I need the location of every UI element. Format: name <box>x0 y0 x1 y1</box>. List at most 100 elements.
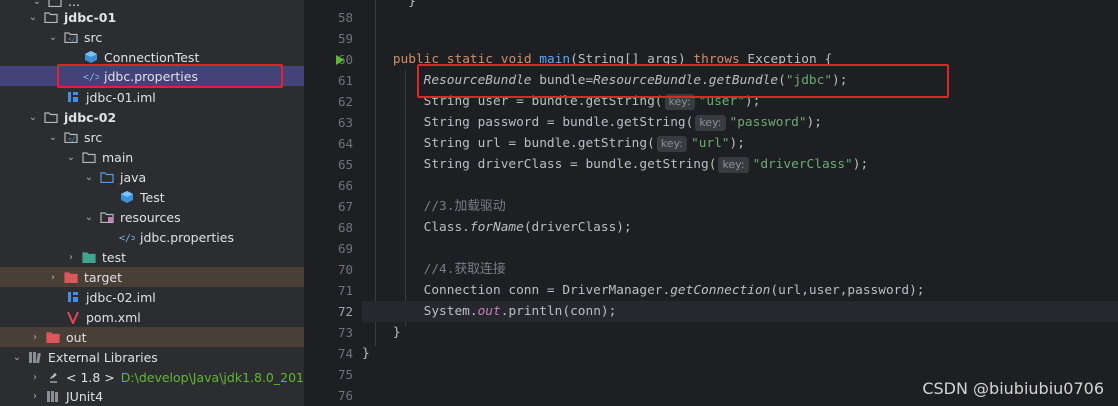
tree-item-label: main <box>102 149 134 165</box>
line-number: 67 <box>337 199 353 214</box>
chevron-down-icon[interactable]: ⌄ <box>64 152 78 163</box>
type: Class <box>423 220 463 235</box>
tree-item-label: jdbc-01 <box>64 9 117 25</box>
excluded-folder-icon <box>63 269 79 285</box>
line-number: 62 <box>337 94 353 109</box>
tree-item-label: src <box>84 129 103 145</box>
jdk-path: D:\develop\Java\jdk1.8.0_201 <box>120 369 304 385</box>
chevron-right-icon[interactable]: › <box>28 332 42 343</box>
tree-item-java[interactable]: ⌄ java <box>0 167 304 187</box>
type: DriverManager <box>562 283 663 298</box>
source-root-folder-icon <box>99 169 115 185</box>
param-hint: key: <box>695 115 726 131</box>
type: System <box>423 304 470 319</box>
code-line: Connection conn = DriverManager.getConne… <box>423 283 925 298</box>
param-hint: key: <box>718 157 749 173</box>
chevron-down-icon[interactable]: ⌄ <box>30 0 44 7</box>
tree-item-label: jdbc-01.iml <box>86 89 156 105</box>
tree-item-label: External Libraries <box>48 349 158 365</box>
token: driverClass = bundle. <box>469 157 640 172</box>
string-literal: "password" <box>729 115 807 130</box>
tree-item-main[interactable]: ⌄ main <box>0 147 304 167</box>
line-number: 68 <box>337 220 353 235</box>
tree-item-jdbc-properties-2[interactable]: </> jdbc.properties <box>0 227 304 247</box>
tree-item-target[interactable]: › target <box>0 267 304 287</box>
tree-item-external-libraries[interactable]: ⌄ External Libraries <box>0 347 304 367</box>
line-number: 64 <box>337 136 353 151</box>
run-icon[interactable] <box>335 54 345 66</box>
comment: //3.加载驱动 <box>423 199 506 214</box>
line-number: 61 <box>337 73 353 88</box>
tree-item-out[interactable]: › out <box>0 327 304 347</box>
line-number: 70 <box>337 262 353 277</box>
field: out <box>477 304 501 319</box>
tree-item-test[interactable]: › test <box>0 247 304 267</box>
method-call: getConnection <box>670 283 771 298</box>
tree-item-label: ConnectionTest <box>104 49 200 65</box>
iml-file-icon <box>65 289 81 305</box>
tree-item-label: jdbc.properties <box>140 229 234 245</box>
chevron-down-icon[interactable]: ⌄ <box>82 212 96 223</box>
tree-item-pom-xml[interactable]: pom.xml <box>0 307 304 327</box>
library-icon <box>45 388 61 404</box>
token: } <box>392 325 401 340</box>
tree-item-label: < 1.8 > <box>66 369 115 385</box>
code-line: String driverClass = bundle.getString(ke… <box>423 157 869 173</box>
tree-item-src[interactable]: ⌄ </> src <box>0 127 304 147</box>
tree-item-label: Test <box>140 189 165 205</box>
tree-item-label: target <box>84 269 123 285</box>
source-folder-icon: </> <box>63 29 79 45</box>
chevron-right-icon[interactable]: › <box>28 391 42 402</box>
folder-icon <box>81 149 97 165</box>
project-tree: ⌄ ... ⌄ jdbc-01 ⌄ </> src ConnectionTest… <box>0 0 305 406</box>
watermark: CSDN @biubiubiu0706 <box>922 379 1104 398</box>
tree-item-junit4[interactable]: › JUnit4 <box>0 386 304 406</box>
test-folder-icon <box>81 249 97 265</box>
token: (driverClass); <box>523 220 632 235</box>
line-number: 69 <box>337 241 353 256</box>
tree-item-jdk[interactable]: › < 1.8 > D:\develop\Java\jdk1.8.0_201 <box>0 367 304 387</box>
highlight-box-tree <box>57 64 283 88</box>
code-line-current: System.out.println(conn); <box>362 301 1118 322</box>
tree-item-label: resources <box>120 209 181 225</box>
line-gutter: 58 59 60 61 62 63 64 65 66 67 68 69 70 7… <box>305 0 362 406</box>
type: String <box>423 115 470 130</box>
line-number: 66 <box>337 178 353 193</box>
tree-item-label: java <box>120 169 147 185</box>
chevron-down-icon[interactable]: ⌄ <box>46 132 60 143</box>
line-number: 76 <box>337 388 353 403</box>
code-line: String password = bundle.getString(key: "… <box>423 115 822 131</box>
excluded-folder-icon <box>45 329 61 345</box>
method-call: getString <box>577 136 648 151</box>
library-icon <box>27 349 43 365</box>
chevron-down-icon[interactable]: ⌄ <box>26 12 40 23</box>
method-call: getString <box>616 115 686 130</box>
maven-icon <box>65 309 81 325</box>
string-literal: "driverClass" <box>752 157 853 172</box>
chevron-right-icon[interactable]: › <box>46 272 60 283</box>
svg-text:</>: </> <box>68 36 78 43</box>
comment: //4.获取连接 <box>423 262 506 277</box>
chevron-right-icon[interactable]: › <box>28 372 42 383</box>
code-editor[interactable]: 58 59 60 61 62 63 64 65 66 67 68 69 70 7… <box>305 0 1118 406</box>
tree-item-test-class[interactable]: Test <box>0 187 304 207</box>
tree-item-resources[interactable]: ⌄ resources <box>0 207 304 227</box>
line-number-current: 72 <box>337 304 353 319</box>
method-call: println <box>508 304 563 319</box>
tree-item-jdbc-02[interactable]: ⌄ jdbc-02 <box>0 107 304 127</box>
tree-item-src[interactable]: ⌄ </> src <box>0 27 304 47</box>
token: (conn); <box>562 304 617 319</box>
chevron-down-icon[interactable]: ⌄ <box>10 352 24 363</box>
java-class-icon <box>119 189 135 205</box>
type: String <box>423 136 470 151</box>
tree-item-jdbc-01-iml[interactable]: jdbc-01.iml <box>0 87 304 107</box>
java-class-icon <box>83 49 99 65</box>
chevron-down-icon[interactable]: ⌄ <box>26 112 40 123</box>
line-number: 73 <box>337 325 353 340</box>
method-call: forName <box>469 220 524 235</box>
chevron-down-icon[interactable]: ⌄ <box>82 172 96 183</box>
tree-item-jdbc-02-iml[interactable]: jdbc-02.iml <box>0 287 304 307</box>
tree-item-jdbc-01[interactable]: ⌄ jdbc-01 <box>0 7 304 27</box>
chevron-right-icon[interactable]: › <box>64 252 78 263</box>
chevron-down-icon[interactable]: ⌄ <box>46 32 60 43</box>
